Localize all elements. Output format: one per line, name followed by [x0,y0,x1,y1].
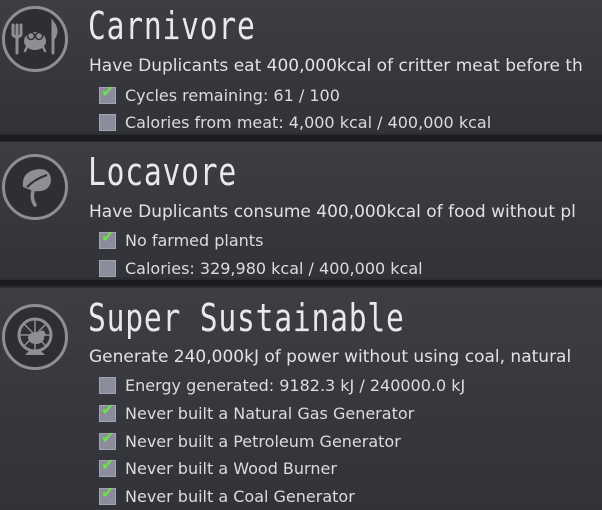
achievement-title: Super Sustainable [88,296,405,340]
checkbox-unchecked-icon [99,376,116,394]
card-divider [0,280,602,286]
requirement-row: ✔ Never built a Coal Generator [99,482,355,507]
checkbox-checked-icon: ✔ [99,399,116,422]
achievement-card-carnivore: Carnivore Have Duplicants eat 400,000kca… [0,0,602,133]
requirement-label: Calories: 329,980 kcal / 400,000 kcal [125,258,423,278]
checkmark-icon: ✔ [101,81,115,101]
requirement-label: Cycles remaining: 61 / 100 [125,85,340,105]
card-divider [0,135,602,141]
requirement-label: No farmed plants [125,230,264,250]
checkmark-icon: ✔ [101,226,115,246]
achievement-description: Have Duplicants eat 400,000kcal of critt… [89,56,583,76]
fork-knife-critter-icon [2,6,68,72]
achievement-title: Carnivore [88,4,256,48]
achievement-card-super-sustainable: Super Sustainable Generate 240,000kJ of … [0,288,602,510]
achievement-description: Have Duplicants consume 400,000kcal of f… [89,202,576,222]
checkmark-icon: ✔ [101,427,115,447]
requirement-row: Energy generated: 9182.3 kJ / 240000.0 k… [99,374,465,396]
leaf-sprout-icon [2,154,68,220]
requirement-label: Never built a Natural Gas Generator [125,403,415,423]
achievement-description: Generate 240,000kJ of power without usin… [89,347,572,367]
requirement-row: ✔ Never built a Natural Gas Generator [99,399,415,424]
requirement-label: Never built a Petroleum Generator [125,431,401,451]
achievement-card-locavore: Locavore Have Duplicants consume 400,000… [0,142,602,278]
checkmark-icon: ✔ [101,454,115,474]
requirement-label: Never built a Wood Burner [125,458,337,478]
checkbox-checked-icon: ✔ [99,482,116,505]
requirement-row: Calories from meat: 4,000 kcal / 400,000… [99,111,491,133]
requirement-row: ✔ Never built a Petroleum Generator [99,427,401,452]
requirement-row: ✔ Never built a Wood Burner [99,454,337,479]
checkbox-checked-icon: ✔ [99,454,116,477]
requirement-label: Energy generated: 9182.3 kJ / 240000.0 k… [125,375,466,395]
requirement-row: Calories: 329,980 kcal / 400,000 kcal [99,257,423,278]
checkbox-unchecked-icon [99,259,116,277]
checkmark-icon: ✔ [101,482,115,502]
checkbox-checked-icon: ✔ [99,81,116,104]
achievement-title: Locavore [88,150,238,194]
requirement-row: ✔ No farmed plants [99,226,264,251]
checkbox-checked-icon: ✔ [99,226,116,249]
checkbox-unchecked-icon [99,113,116,131]
requirement-row: ✔ Cycles remaining: 61 / 100 [99,81,340,106]
checkmark-icon: ✔ [101,399,115,419]
hamster-wheel-icon [2,304,68,370]
checkbox-checked-icon: ✔ [99,427,116,450]
requirement-label: Calories from meat: 4,000 kcal / 400,000… [125,112,492,132]
requirement-label: Never built a Coal Generator [125,486,355,506]
